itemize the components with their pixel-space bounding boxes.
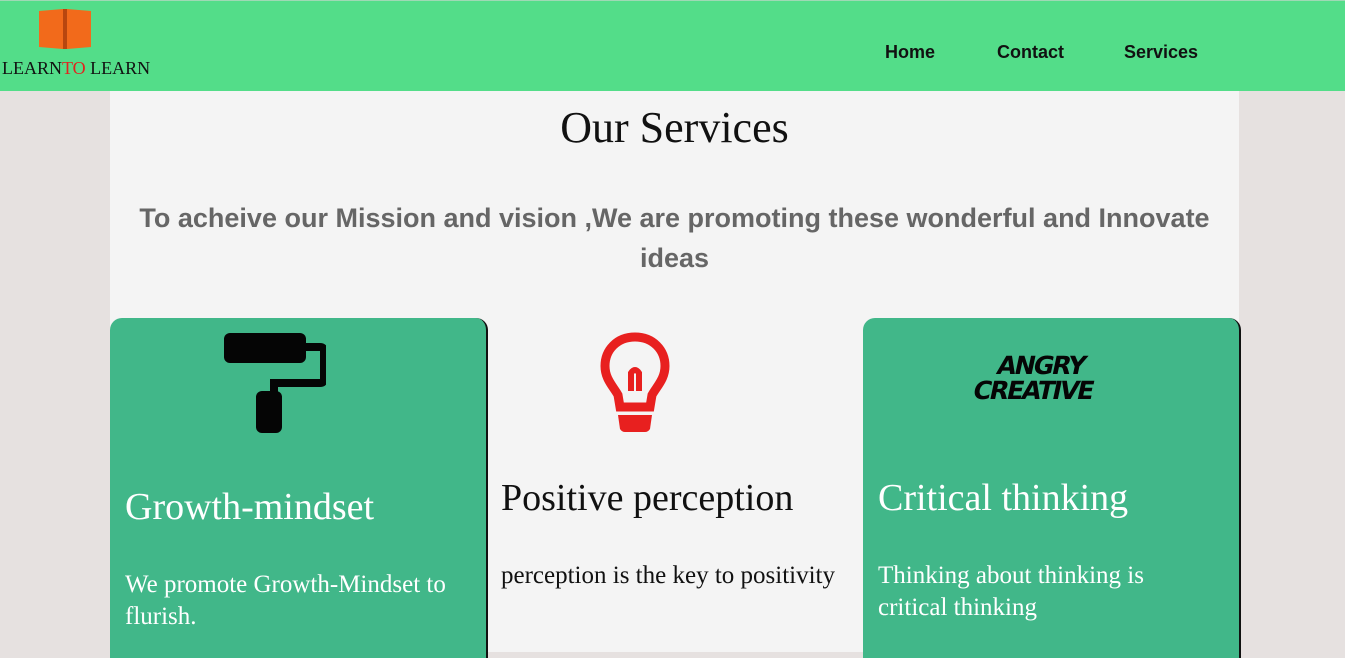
- nav-services-link[interactable]: Services: [1124, 42, 1198, 63]
- card-title: Positive perception: [501, 477, 794, 519]
- section-subtitle: To acheive our Mission and vision ,We ar…: [139, 203, 1210, 273]
- card-text: Thinking about thinking is critical thin…: [878, 562, 1144, 621]
- logo-wordmark: LEARNTO LEARN: [2, 58, 151, 78]
- page-title: Our Services: [560, 103, 789, 152]
- nav-home-link[interactable]: Home: [885, 42, 935, 63]
- paint-roller-icon: [224, 333, 326, 433]
- service-card-critical-thinking: ANGRY CREATIVE Critical thinking Thinkin…: [863, 318, 1241, 658]
- service-card-positive-perception: Positive perception perception is the ke…: [488, 318, 863, 658]
- card-title: Critical thinking: [878, 477, 1129, 519]
- nav-contact-link[interactable]: Contact: [997, 42, 1064, 63]
- top-navbar: LEARNTO LEARN Home Contact Services: [0, 0, 1345, 91]
- site-logo[interactable]: LEARNTO LEARN: [0, 7, 170, 87]
- open-book-icon: [39, 9, 91, 49]
- lightbulb-icon: [600, 332, 670, 432]
- service-card-growth-mindset: Growth-mindset We promote Growth-Mindset…: [110, 318, 488, 658]
- angry-creative-logo: ANGRY CREATIVE: [970, 351, 1096, 405]
- card-text: perception is the key to positivity: [501, 562, 835, 589]
- card-text: We promote Growth-Mindset to flurish.: [125, 571, 446, 630]
- card-title: Growth-mindset: [125, 486, 375, 528]
